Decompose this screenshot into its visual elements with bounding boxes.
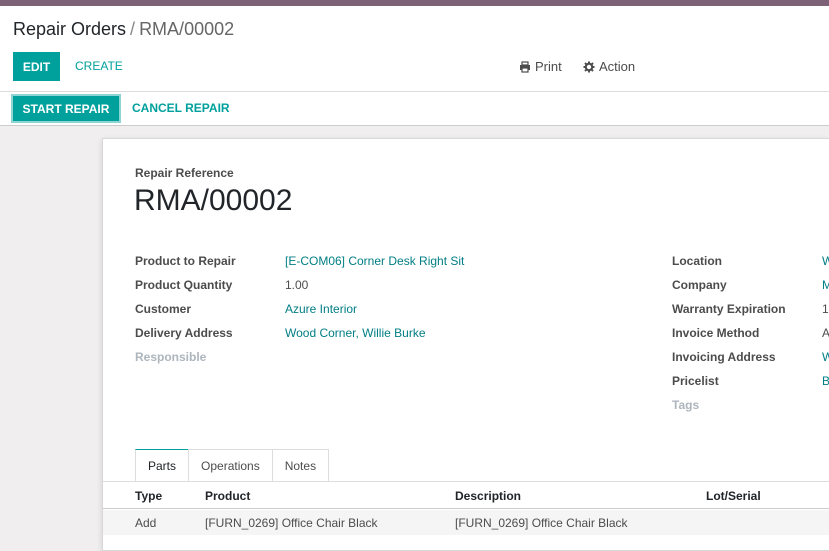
location-label: Location <box>672 254 722 268</box>
print-menu[interactable]: Print <box>519 59 562 74</box>
tab-divider <box>103 481 829 482</box>
breadcrumb: Repair Orders / RMA/00002 <box>13 19 234 40</box>
action-label: Action <box>599 59 636 74</box>
product-to-repair-value[interactable]: [E-COM06] Corner Desk Right Sit <box>285 254 464 268</box>
tags-label: Tags <box>672 398 700 412</box>
delivery-address-value[interactable]: Wood Corner, Willie Burke <box>285 326 426 340</box>
product-quantity-label: Product Quantity <box>135 278 233 292</box>
product-to-repair-label: Product to Repair <box>135 254 236 268</box>
cancel-repair-button[interactable]: CANCEL REPAIR <box>125 95 237 122</box>
pricelist-value[interactable]: B <box>822 374 829 388</box>
column-product[interactable]: Product <box>205 489 250 503</box>
print-icon <box>519 60 531 73</box>
notebook-tabs: Parts Operations Notes <box>135 449 330 482</box>
product-quantity-value: 1.00 <box>285 278 309 292</box>
location-value[interactable]: W <box>822 254 829 268</box>
action-menu[interactable]: Action <box>583 59 635 74</box>
edit-button[interactable]: EDIT <box>13 52 60 81</box>
delivery-address-label: Delivery Address <box>135 326 233 340</box>
company-value[interactable]: M <box>822 278 829 292</box>
breadcrumb-separator: / <box>130 19 136 39</box>
tab-notes[interactable]: Notes <box>271 449 330 482</box>
repair-reference-value: RMA/00002 <box>134 184 293 217</box>
breadcrumb-parent[interactable]: Repair Orders <box>13 19 126 39</box>
start-repair-button[interactable]: START REPAIR <box>11 94 121 123</box>
invoicing-address-label: Invoicing Address <box>672 350 776 364</box>
company-label: Company <box>672 278 727 292</box>
gear-icon <box>583 61 595 73</box>
breadcrumb-current: RMA/00002 <box>139 19 235 39</box>
customer-value[interactable]: Azure Interior <box>285 302 357 316</box>
customer-label: Customer <box>135 302 192 316</box>
responsible-label: Responsible <box>135 350 207 364</box>
row-description: [FURN_0269] Office Chair Black <box>455 516 628 530</box>
invoice-method-value: A <box>822 326 829 340</box>
tab-operations[interactable]: Operations <box>188 449 273 482</box>
warranty-expiration-label: Warranty Expiration <box>672 302 786 316</box>
row-type: Add <box>135 516 157 530</box>
warranty-expiration-value: 1 <box>822 302 829 316</box>
table-row[interactable]: Add [FURN_0269] Office Chair Black [FURN… <box>103 510 829 535</box>
print-label: Print <box>535 59 562 74</box>
status-bar: START REPAIR CANCEL REPAIR <box>0 92 829 126</box>
control-panel: Repair Orders / RMA/00002 EDIT CREATE Prin… <box>0 6 829 92</box>
repair-reference-label: Repair Reference <box>135 166 234 180</box>
row-product: [FURN_0269] Office Chair Black <box>205 516 378 530</box>
pricelist-label: Pricelist <box>672 374 719 388</box>
column-description[interactable]: Description <box>455 489 521 503</box>
create-button[interactable]: CREATE <box>68 52 130 81</box>
column-lot-serial[interactable]: Lot/Serial <box>706 489 761 503</box>
parts-table-header: Type Product Description Lot/Serial <box>103 483 829 509</box>
form-sheet: Repair Reference RMA/00002 Product to Re… <box>102 138 829 551</box>
tab-parts[interactable]: Parts <box>135 449 190 482</box>
invoice-method-label: Invoice Method <box>672 326 760 340</box>
column-type[interactable]: Type <box>135 489 162 503</box>
invoicing-address-value[interactable]: W <box>822 350 829 364</box>
